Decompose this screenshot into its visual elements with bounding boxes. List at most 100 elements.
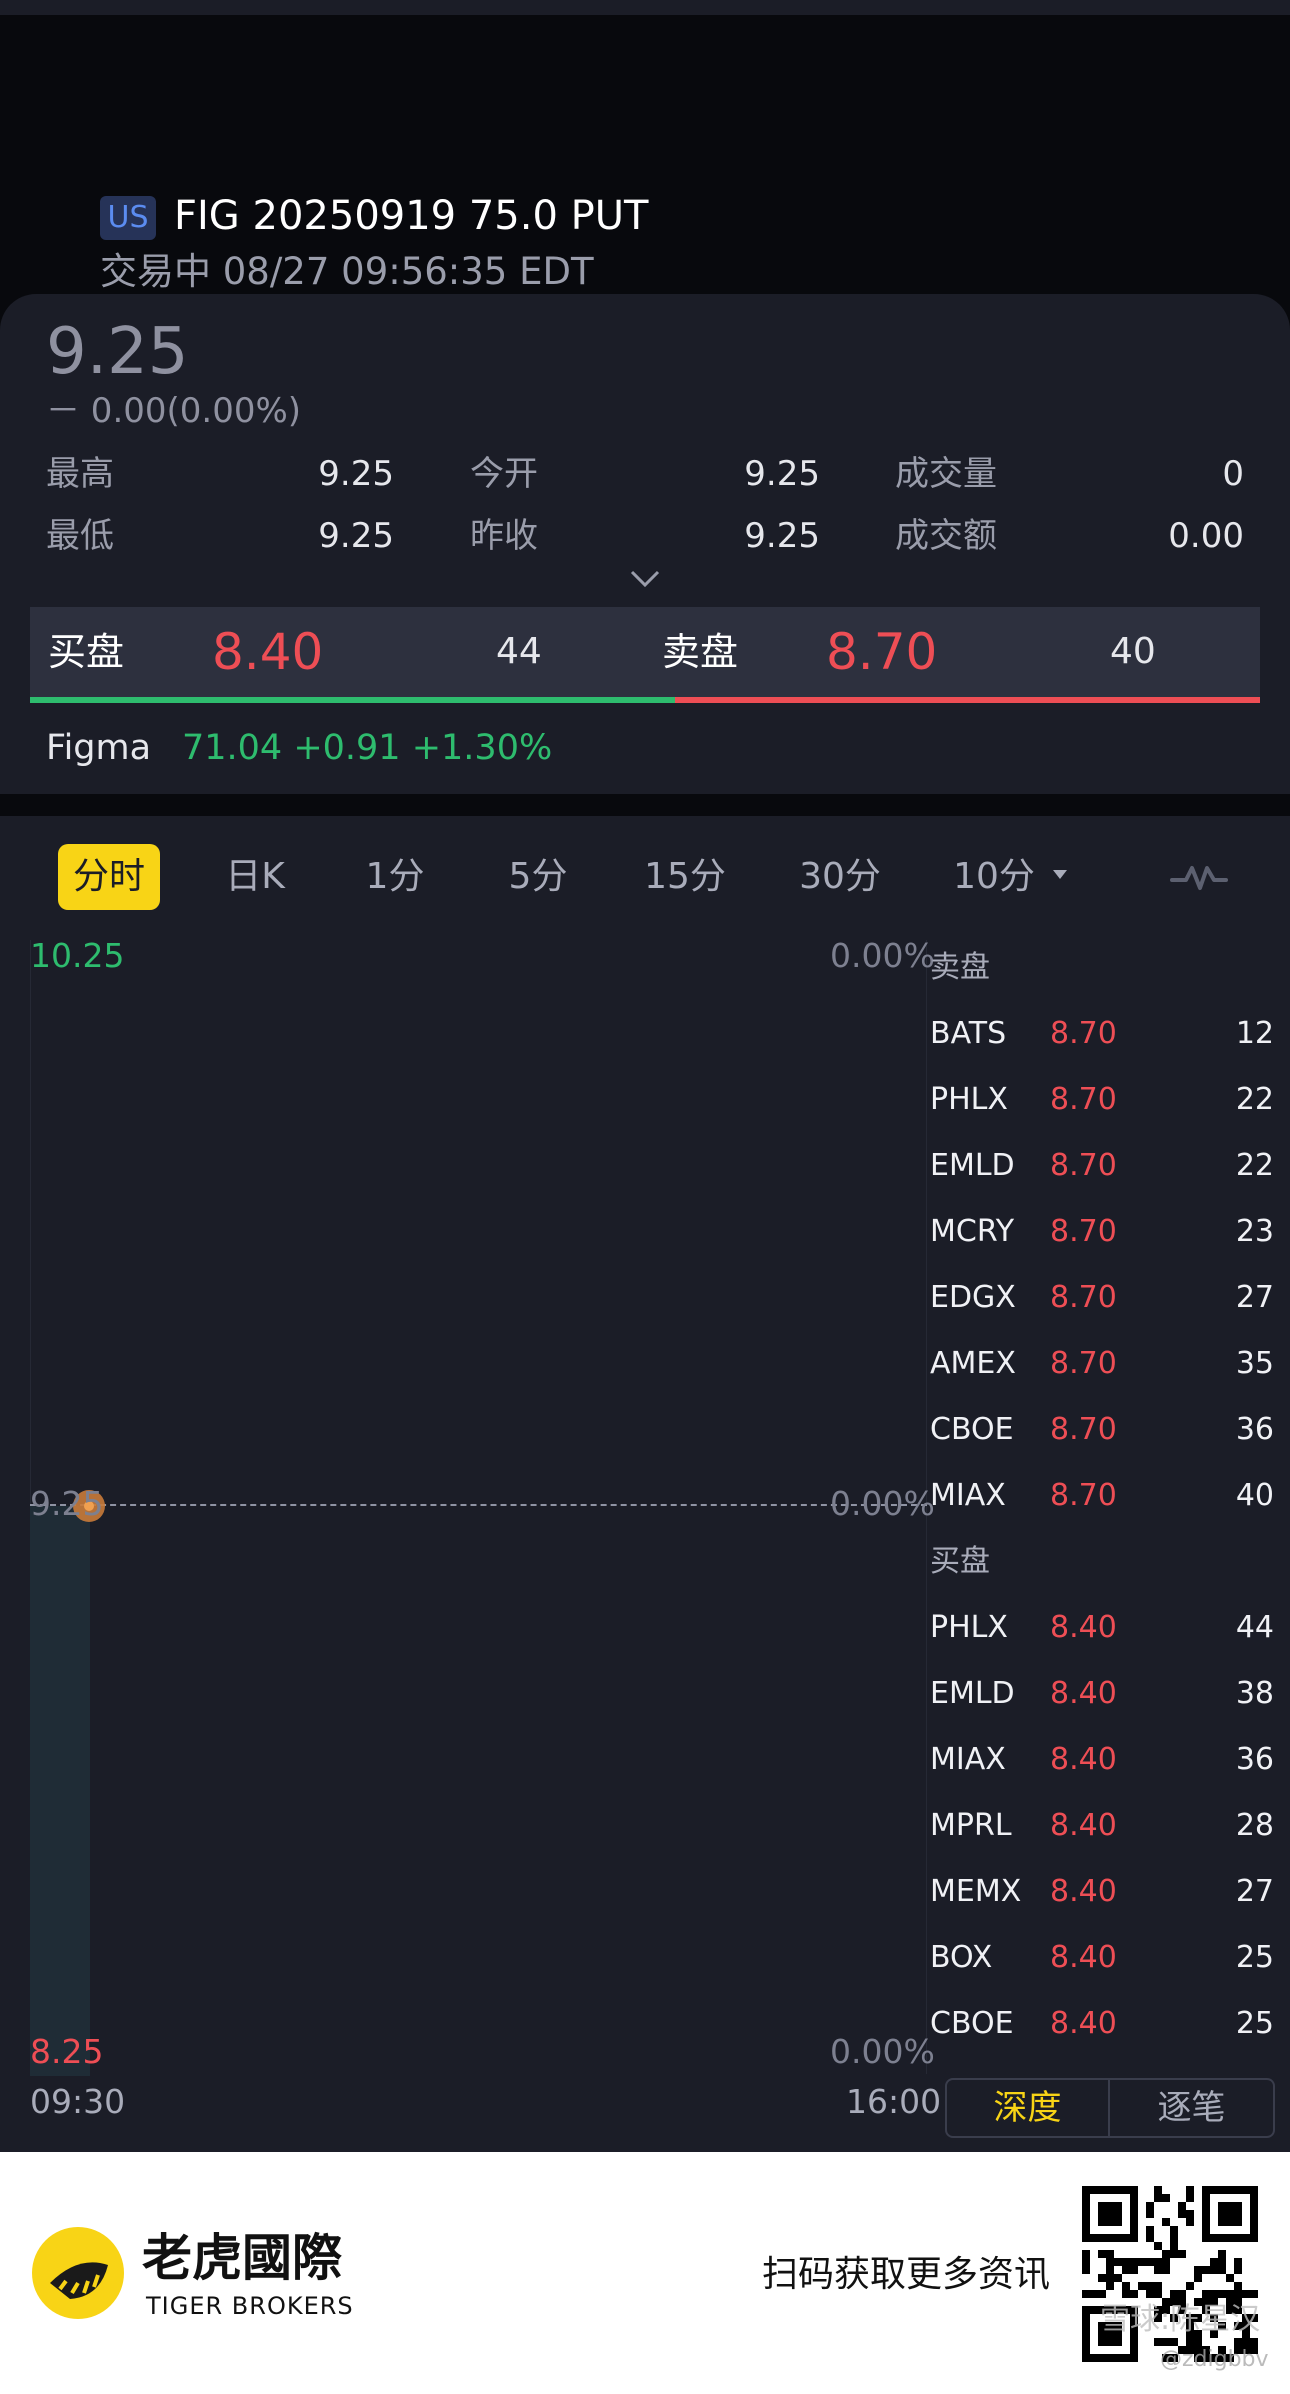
ask-row-exchange: PHLX	[930, 1082, 1008, 1117]
ask-row-size: 23	[1235, 1214, 1274, 1249]
ask-size: 40	[1110, 631, 1156, 672]
bid-row-size: 25	[1235, 2006, 1274, 2041]
ask-row-size: 22	[1235, 1082, 1274, 1117]
scan-prompt: 扫码获取更多资讯	[762, 2254, 1051, 2295]
tab-5min[interactable]: 5分	[494, 844, 582, 910]
bid-row-exchange: BOX	[930, 1940, 993, 1975]
quote-card	[0, 294, 1290, 794]
ask-row-exchange: EDGX	[930, 1280, 1016, 1315]
volume-bar	[30, 1506, 90, 2076]
ask-label: 卖盘	[662, 630, 739, 674]
bid-row-exchange: PHLX	[930, 1610, 1008, 1645]
prev-close-dashed-line	[30, 1504, 927, 1506]
brand-name-cn: 老虎國際	[142, 2229, 342, 2287]
tab-daily-k[interactable]: 日K	[210, 844, 300, 910]
status-bar	[0, 0, 1290, 15]
pct-axis-mid: 0.00%	[830, 1484, 935, 1523]
bid-row-price: 8.40	[1050, 1874, 1117, 1909]
underlying-name[interactable]: Figma	[46, 724, 151, 772]
stat-value-turnover: 0.00	[1168, 516, 1244, 556]
pct-axis-high: 0.00%	[830, 936, 935, 975]
y-axis-low: 8.25	[30, 2032, 104, 2071]
bid-row-size: 27	[1235, 1874, 1274, 1909]
bid-row-size: 36	[1235, 1742, 1274, 1777]
stat-value-volume: 0	[1222, 454, 1244, 494]
stat-value-low: 9.25	[318, 516, 394, 556]
bid-row-price: 8.40	[1050, 1676, 1117, 1711]
depth-ask-title: 卖盘	[930, 950, 990, 985]
ask-row-size: 12	[1235, 1016, 1274, 1051]
ask-row-price: 8.70	[1050, 1478, 1117, 1513]
tab-30min[interactable]: 30分	[790, 844, 890, 910]
brand-name-en: TIGER BROKERS	[146, 2292, 354, 2320]
tab-15min[interactable]: 15分	[636, 844, 734, 910]
pct-axis-low: 0.00%	[830, 2032, 935, 2071]
bid-row-price: 8.40	[1050, 2006, 1117, 2041]
tiger-logo-icon	[32, 2227, 124, 2319]
stat-label-prev-close: 昨收	[470, 516, 538, 556]
x-axis-end: 16:00	[846, 2082, 942, 2121]
last-price: 9.25	[46, 315, 189, 389]
contract-title: FIG 20250919 75.0 PUT	[174, 193, 649, 239]
tab-depth[interactable]: 深度	[947, 2078, 1110, 2138]
ask-row-price: 8.70	[1050, 1412, 1117, 1447]
watermark: 雪球:陈星汉	[1100, 2302, 1261, 2337]
bid-row-price: 8.40	[1050, 1808, 1117, 1843]
tab-10min-dropdown[interactable]: 10分	[946, 844, 1042, 910]
ask-row-size: 40	[1235, 1478, 1274, 1513]
underlying-quote: 71.04 +0.91 +1.30%	[182, 728, 553, 768]
depth-bid-title: 买盘	[930, 1544, 990, 1579]
bid-row-size: 44	[1235, 1610, 1274, 1645]
ask-row-exchange: AMEX	[930, 1346, 1016, 1381]
y-axis-high: 10.25	[30, 936, 125, 975]
watermark-handle: @zdigbbv	[1160, 2347, 1269, 2372]
caret-down-icon[interactable]	[1050, 866, 1070, 884]
bid-row-price: 8.40	[1050, 1742, 1117, 1777]
ask-row-price: 8.70	[1050, 1214, 1117, 1249]
ask-row-price: 8.70	[1050, 1280, 1117, 1315]
stat-label-turnover: 成交额	[895, 516, 997, 556]
bid-row-size: 38	[1235, 1676, 1274, 1711]
ask-row-size: 35	[1235, 1346, 1274, 1381]
bid-row-exchange: EMLD	[930, 1676, 1015, 1711]
ask-row-price: 8.70	[1050, 1082, 1117, 1117]
ask-row-exchange: BATS	[930, 1016, 1007, 1051]
ask-row-exchange: CBOE	[930, 1412, 1014, 1447]
stat-value-prev-close: 9.25	[744, 516, 820, 556]
ask-row-price: 8.70	[1050, 1016, 1117, 1051]
market-badge: US	[100, 196, 156, 240]
stat-label-high: 最高	[46, 454, 114, 494]
ask-row-exchange: EMLD	[930, 1148, 1015, 1183]
stat-value-high: 9.25	[318, 454, 394, 494]
bid-label: 买盘	[48, 630, 125, 674]
stat-value-open: 9.25	[744, 454, 820, 494]
stat-label-open: 今开	[470, 454, 538, 494]
indicator-wave-icon[interactable]	[1170, 856, 1228, 896]
stat-label-volume: 成交量	[895, 454, 997, 494]
y-axis-mid: 9.25	[30, 1484, 104, 1523]
tab-trades[interactable]: 逐笔	[1110, 2078, 1273, 2138]
ask-price: 8.70	[826, 623, 938, 681]
ask-row-exchange: MIAX	[930, 1478, 1006, 1513]
bid-row-exchange: MEMX	[930, 1874, 1022, 1909]
x-axis-start: 09:30	[30, 2082, 126, 2121]
tab-1min[interactable]: 1分	[352, 844, 438, 910]
ask-row-price: 8.70	[1050, 1346, 1117, 1381]
stat-label-low: 最低	[46, 516, 114, 556]
bid-row-exchange: CBOE	[930, 2006, 1014, 2041]
bid-ratio-bar	[30, 697, 675, 703]
bid-row-exchange: MPRL	[930, 1808, 1012, 1843]
ask-row-size: 22	[1235, 1148, 1274, 1183]
tab-intraday[interactable]: 分时	[58, 844, 160, 910]
ask-ratio-bar	[675, 697, 1260, 703]
bid-row-price: 8.40	[1050, 1610, 1117, 1645]
bid-row-exchange: MIAX	[930, 1742, 1006, 1777]
bid-size: 44	[496, 631, 542, 672]
bid-row-price: 8.40	[1050, 1940, 1117, 1975]
ask-row-price: 8.70	[1050, 1148, 1117, 1183]
bid-price: 8.40	[212, 623, 324, 681]
ask-row-exchange: MCRY	[930, 1214, 1015, 1249]
price-change: － 0.00(0.00%)	[46, 391, 302, 431]
expand-chevron-icon[interactable]	[628, 566, 662, 592]
trading-status: 交易中 08/27 09:56:35 EDT	[100, 250, 594, 293]
